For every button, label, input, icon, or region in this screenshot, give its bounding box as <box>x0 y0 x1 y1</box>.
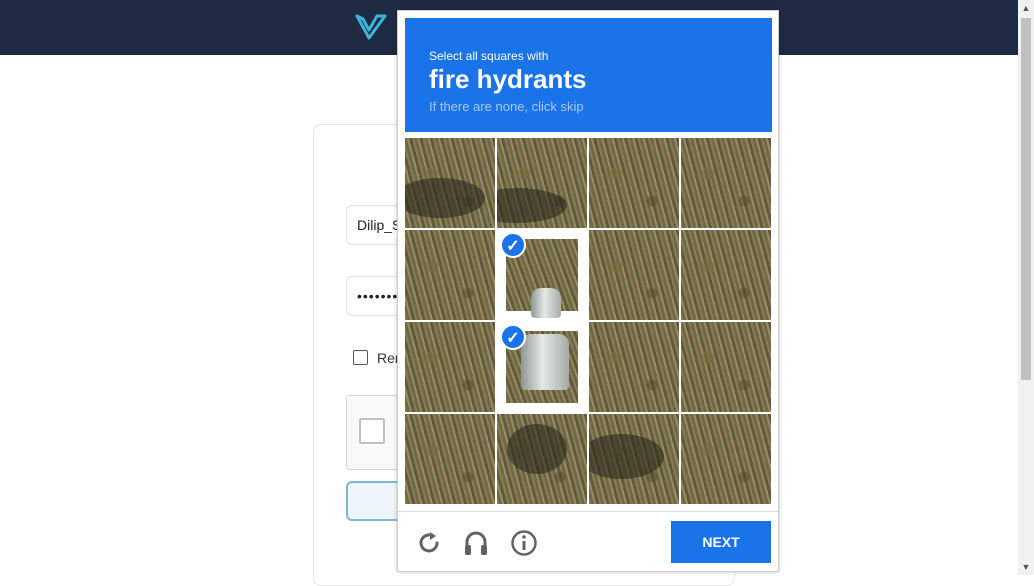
captcha-tile-3[interactable] <box>589 138 679 228</box>
info-icon[interactable] <box>510 529 538 557</box>
scrollbar-thumb[interactable] <box>1021 18 1031 380</box>
selected-check-icon: ✓ <box>500 232 526 258</box>
captcha-tile-12[interactable] <box>681 322 771 412</box>
captcha-tile-13[interactable] <box>405 414 495 504</box>
captcha-challenge-popup: Select all squares with fire hydrants If… <box>397 10 779 572</box>
captcha-hint: If there are none, click skip <box>429 99 584 114</box>
scroll-down-icon[interactable]: ▼ <box>1018 559 1034 575</box>
scroll-up-icon[interactable]: ▲ <box>1018 0 1034 16</box>
captcha-instruction-banner: Select all squares with fire hydrants If… <box>405 18 772 132</box>
captcha-instruction: Select all squares with <box>429 49 549 63</box>
captcha-target: fire hydrants <box>429 64 587 94</box>
audio-icon[interactable] <box>462 529 490 557</box>
captcha-image-grid: ✓ ✓ <box>405 138 772 505</box>
captcha-tile-16[interactable] <box>681 414 771 504</box>
recaptcha-checkbox[interactable] <box>359 418 385 444</box>
captcha-tile-9[interactable] <box>405 322 495 412</box>
page-scrollbar[interactable]: ▲ ▼ <box>1018 0 1034 575</box>
next-button[interactable]: NEXT <box>671 521 771 563</box>
captcha-tile-8[interactable] <box>681 230 771 320</box>
reload-icon[interactable] <box>415 529 443 557</box>
captcha-tile-11[interactable] <box>589 322 679 412</box>
captcha-tile-4[interactable] <box>681 138 771 228</box>
captcha-tile-1[interactable] <box>405 138 495 228</box>
v-logo-icon[interactable] <box>355 13 387 41</box>
captcha-tile-5[interactable] <box>405 230 495 320</box>
selected-check-icon: ✓ <box>500 324 526 350</box>
hydrant-top-image <box>531 288 561 318</box>
hydrant-body-image <box>521 334 569 390</box>
captcha-footer-divider <box>398 511 778 512</box>
captcha-tile-7[interactable] <box>589 230 679 320</box>
captcha-tile-15[interactable] <box>589 414 679 504</box>
captcha-tile-2[interactable] <box>497 138 587 228</box>
remember-checkbox[interactable] <box>353 350 368 365</box>
captcha-tile-14[interactable] <box>497 414 587 504</box>
